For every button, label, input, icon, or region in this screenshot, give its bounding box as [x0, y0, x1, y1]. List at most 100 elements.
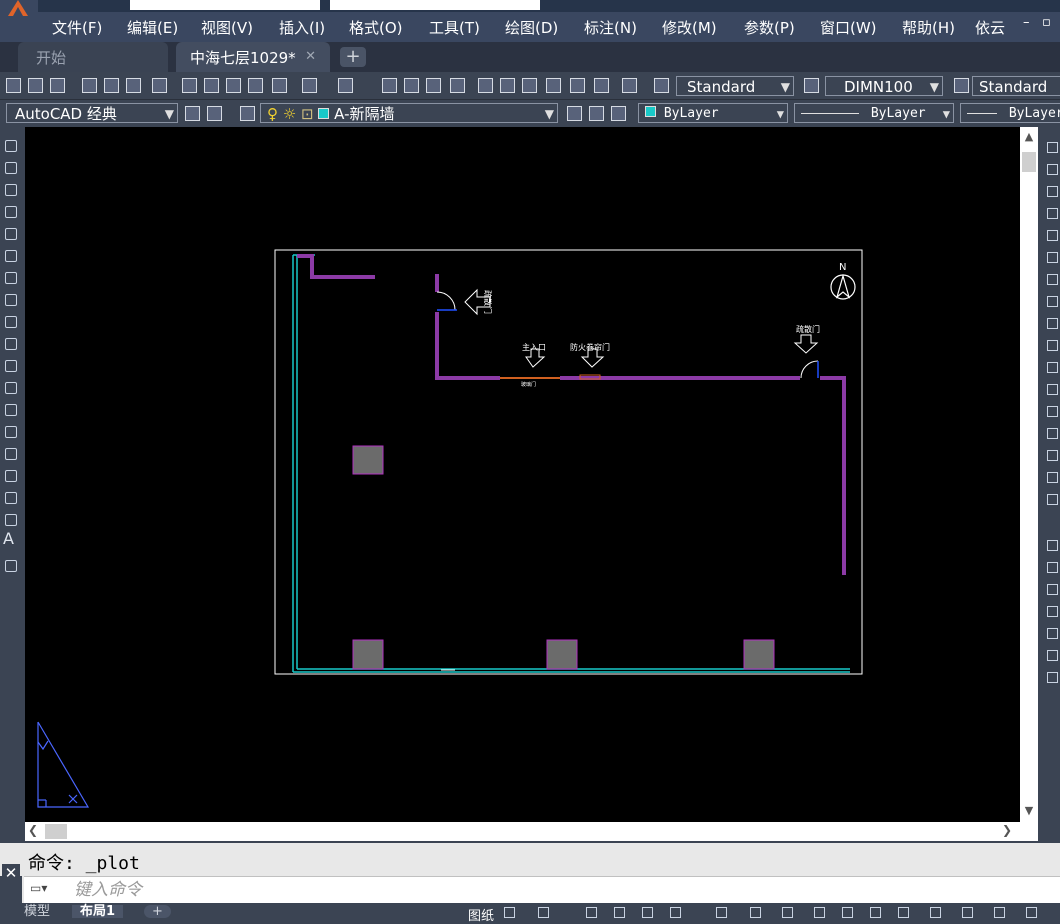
new-tab-button[interactable]: +	[340, 47, 366, 67]
help-icon[interactable]	[620, 76, 638, 94]
osnap-icon[interactable]	[640, 906, 654, 918]
scroll-right-icon[interactable]: ❯	[1002, 823, 1018, 839]
scroll-up-icon[interactable]: ▲	[1020, 130, 1038, 146]
construction-line-icon[interactable]	[2, 159, 19, 176]
horizontal-scrollbar[interactable]	[25, 822, 1038, 841]
mtext-icon[interactable]: A	[3, 529, 14, 548]
table-style-select[interactable]: Standard	[972, 76, 1060, 96]
preview-icon[interactable]	[102, 76, 120, 94]
selection-cycling-icon[interactable]	[780, 906, 794, 918]
menu-window[interactable]: 窗口(W)	[820, 17, 877, 38]
polyline-icon[interactable]	[2, 181, 19, 198]
table-icon[interactable]	[2, 511, 19, 528]
scale-icon[interactable]	[1045, 293, 1059, 310]
menu-yiyun[interactable]: 依云	[975, 17, 1005, 38]
rotate-icon[interactable]	[1045, 271, 1059, 288]
command-prompt-icon[interactable]: ▭▾	[30, 881, 60, 897]
match-properties-icon[interactable]	[246, 76, 264, 94]
erase-icon[interactable]	[1045, 139, 1059, 156]
design-center-icon[interactable]	[498, 76, 516, 94]
workspace-icon[interactable]	[205, 104, 223, 122]
restore-icon[interactable]: ▫	[1042, 15, 1051, 30]
menu-view[interactable]: 视图(V)	[201, 17, 253, 38]
spline-icon[interactable]	[2, 313, 19, 330]
menu-dimension[interactable]: 标注(N)	[584, 17, 637, 38]
rectangle-icon[interactable]	[2, 225, 19, 242]
line-icon[interactable]	[2, 137, 19, 154]
add-selected-icon[interactable]	[2, 557, 19, 574]
zoom-window-icon[interactable]	[424, 76, 442, 94]
zoom-previous-icon[interactable]	[448, 76, 466, 94]
ellipse-icon[interactable]	[2, 335, 19, 352]
hatch-icon[interactable]	[2, 445, 19, 462]
zoom-realtime-icon[interactable]	[402, 76, 420, 94]
minimize-icon[interactable]: –	[1023, 15, 1030, 30]
gradient-icon[interactable]	[2, 467, 19, 484]
otrack-icon[interactable]	[668, 906, 682, 918]
menu-format[interactable]: 格式(O)	[349, 17, 403, 38]
markup-icon[interactable]	[568, 76, 586, 94]
tool-palettes-icon[interactable]	[520, 76, 538, 94]
open-icon[interactable]	[26, 76, 44, 94]
units-icon[interactable]	[896, 906, 910, 918]
trim-icon[interactable]	[1045, 337, 1059, 354]
block-editor-icon[interactable]	[270, 76, 288, 94]
array-icon[interactable]	[1045, 227, 1059, 244]
arc-icon[interactable]	[2, 247, 19, 264]
layer-state-icon[interactable]	[609, 104, 627, 122]
annotation-scale-icon[interactable]	[812, 906, 826, 918]
layer-properties-icon[interactable]	[238, 104, 256, 122]
tab-layout1[interactable]: 布局1	[72, 905, 124, 919]
above-objects-icon[interactable]	[1045, 603, 1059, 620]
paper-space-label[interactable]: 图纸	[468, 905, 494, 924]
mirror-icon[interactable]	[1045, 183, 1059, 200]
search-field[interactable]	[330, 0, 540, 10]
command-input[interactable]	[72, 878, 976, 902]
insert-block-icon[interactable]	[2, 379, 19, 396]
text-front-icon[interactable]	[1045, 647, 1059, 664]
table-style-icon[interactable]	[952, 76, 970, 94]
cut-icon[interactable]	[180, 76, 198, 94]
menu-help[interactable]: 帮助(H)	[902, 17, 955, 38]
revision-cloud-icon[interactable]	[2, 291, 19, 308]
tab-drawing[interactable]: 中海七层1029* ✕	[176, 42, 330, 72]
vertical-scroll-thumb[interactable]	[1022, 152, 1036, 172]
blend-icon[interactable]	[1045, 469, 1059, 486]
stretch-icon[interactable]	[1045, 315, 1059, 332]
extend-icon[interactable]	[1045, 359, 1059, 376]
menu-file[interactable]: 文件(F)	[52, 17, 102, 38]
lineweight-select[interactable]: ByLayer	[960, 103, 1060, 123]
dim-style-icon[interactable]	[802, 76, 820, 94]
copy-icon[interactable]	[202, 76, 220, 94]
gear-icon[interactable]	[183, 104, 201, 122]
redo-icon[interactable]	[336, 76, 354, 94]
send-back-icon[interactable]	[1045, 581, 1059, 598]
scroll-left-icon[interactable]: ❮	[28, 823, 44, 839]
pan-icon[interactable]	[380, 76, 398, 94]
text-style-icon[interactable]	[652, 76, 670, 94]
clean-screen-icon[interactable]	[992, 906, 1006, 918]
dim-style-select[interactable]: DIMN100 ▼	[825, 76, 943, 96]
offset-icon[interactable]	[1045, 205, 1059, 222]
polygon-icon[interactable]	[2, 203, 19, 220]
region-icon[interactable]	[2, 489, 19, 506]
ellipse-arc-icon[interactable]	[2, 357, 19, 374]
application-menu-button[interactable]	[0, 0, 38, 44]
color-select[interactable]: ByLayer ▼	[638, 103, 788, 123]
add-layout-button[interactable]: +	[144, 905, 171, 919]
grid-icon[interactable]	[502, 906, 516, 918]
filename-field[interactable]	[130, 0, 320, 10]
menu-parametric[interactable]: 参数(P)	[744, 17, 795, 38]
make-current-icon[interactable]	[565, 104, 583, 122]
make-block-icon[interactable]	[2, 401, 19, 418]
point-icon[interactable]	[2, 423, 19, 440]
menu-tools[interactable]: 工具(T)	[429, 17, 480, 38]
dims-front-icon[interactable]	[1045, 669, 1059, 686]
hardware-acceleration-icon[interactable]	[960, 906, 974, 918]
menu-edit[interactable]: 编辑(E)	[127, 17, 178, 38]
print-icon[interactable]	[80, 76, 98, 94]
bring-front-icon[interactable]	[1045, 559, 1059, 576]
sheet-set-icon[interactable]	[544, 76, 562, 94]
new-icon[interactable]	[4, 76, 22, 94]
menu-insert[interactable]: 插入(I)	[279, 17, 325, 38]
